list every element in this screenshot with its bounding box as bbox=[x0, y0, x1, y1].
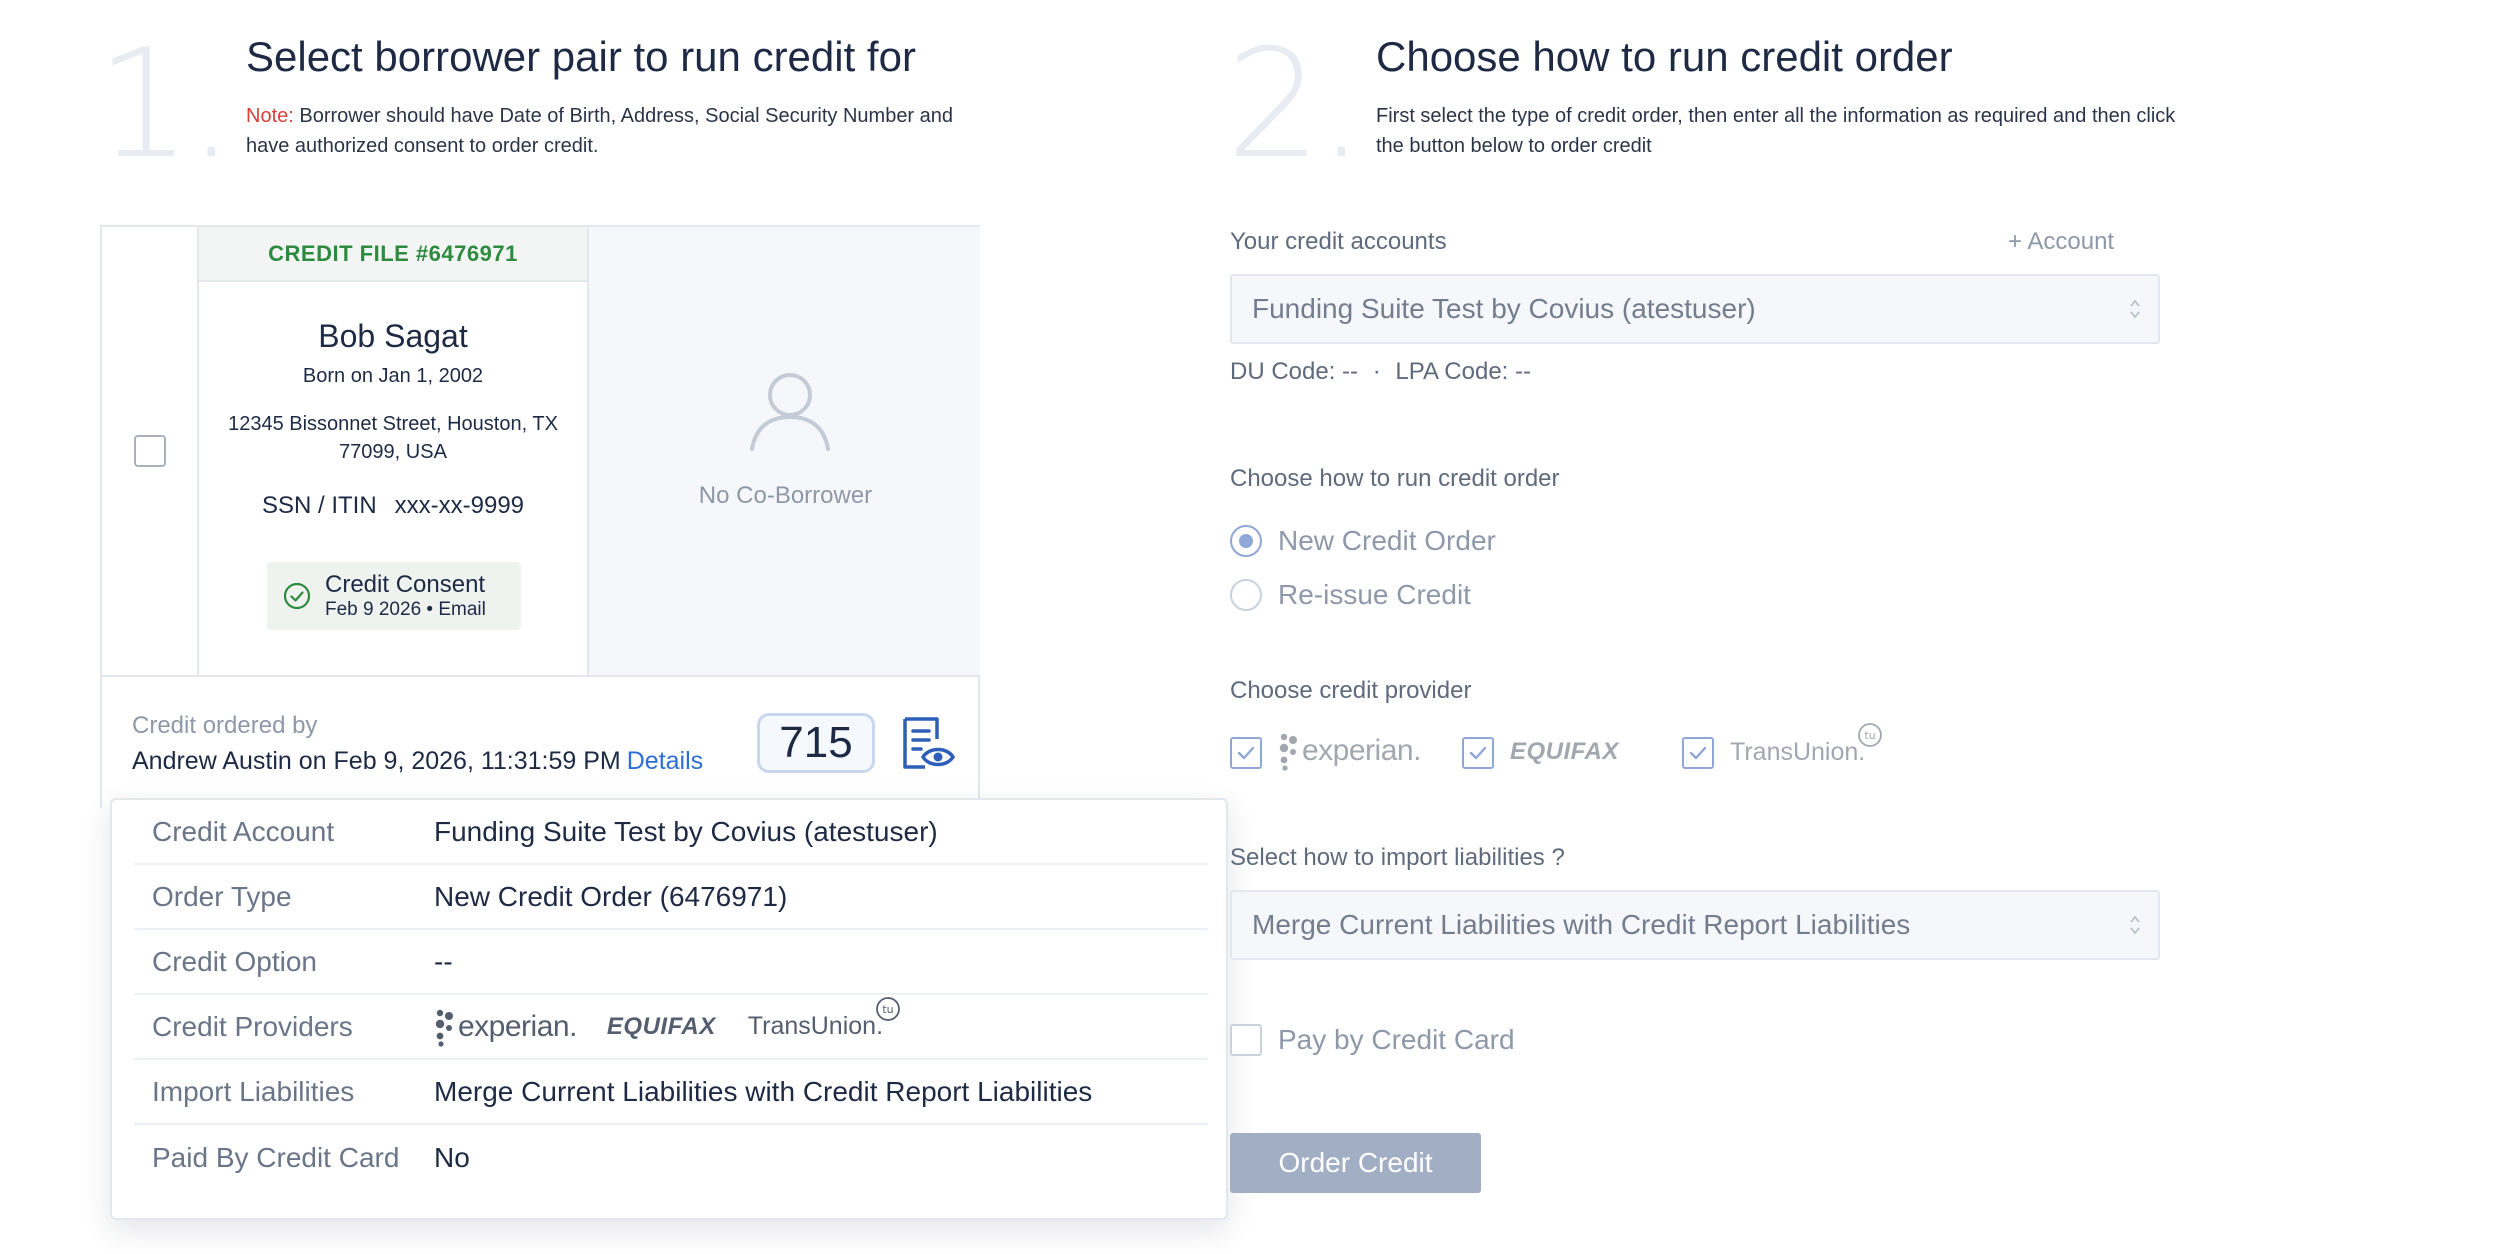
credit-account-select[interactable]: Funding Suite Test by Covius (atestuser) bbox=[1230, 274, 2160, 344]
borrower-panel: CREDIT FILE #6476971 Bob Sagat Born on J… bbox=[199, 227, 589, 675]
ordered-by-label: Credit ordered by bbox=[132, 712, 318, 739]
borrower-address: 12345 Bissonnet Street, Houston, TX 7709… bbox=[228, 413, 558, 463]
credit-accounts-label: Your credit accounts bbox=[1230, 228, 1447, 255]
transunion-provider-logo: TransUnion. tu bbox=[1730, 723, 1883, 767]
detail-value: Merge Current Liabilities with Credit Re… bbox=[434, 1075, 1093, 1107]
borrower-ssn: SSN / ITIN xxx-xx-9999 bbox=[199, 492, 587, 520]
check-icon bbox=[1237, 746, 1255, 760]
no-coborrower-label: No Co-Borrower bbox=[698, 482, 873, 509]
detail-value: No bbox=[434, 1141, 470, 1173]
experian-logo: experian. bbox=[434, 1007, 577, 1047]
import-liabilities-selected: Merge Current Liabilities with Credit Re… bbox=[1252, 909, 1911, 940]
detail-row-credit-option: Credit Option -- bbox=[134, 930, 1208, 995]
borrower-pair-checkbox[interactable] bbox=[134, 435, 166, 467]
du-code: DU Code: -- bbox=[1230, 358, 1359, 385]
experian-provider-logo: experian. bbox=[1278, 731, 1421, 771]
consent-date: Feb 9 2026 • Email bbox=[325, 599, 486, 620]
view-report-icon[interactable] bbox=[899, 715, 955, 771]
consent-title: Credit Consent bbox=[325, 571, 486, 598]
tu-badge-text: tu bbox=[882, 1003, 893, 1016]
detail-row-order-type: Order Type New Credit Order (6476971) bbox=[134, 865, 1208, 930]
credit-provider-label: Choose credit provider bbox=[1230, 677, 1472, 704]
ssn-value: xxx-xx-9999 bbox=[394, 492, 525, 519]
ordered-by-info: Andrew Austin on Feb 9, 2026, 11:31:59 P… bbox=[132, 747, 703, 776]
account-codes: DU Code: -- · LPA Code: -- bbox=[1230, 358, 1531, 386]
detail-key: Credit Providers bbox=[152, 1010, 353, 1042]
check-icon bbox=[1689, 746, 1707, 760]
add-account-button[interactable]: + Account bbox=[2008, 228, 2114, 256]
ssn-label: SSN / ITIN bbox=[261, 492, 377, 519]
detail-key: Credit Option bbox=[152, 945, 317, 977]
credit-consent-badge: Credit Consent Feb 9 2026 • Email bbox=[267, 562, 521, 630]
import-liabilities-select[interactable]: Merge Current Liabilities with Credit Re… bbox=[1230, 890, 2160, 960]
transunion-logo: TransUnion. tu bbox=[747, 997, 900, 1041]
step-1-note: Note: Borrower should have Date of Birth… bbox=[246, 101, 986, 161]
detail-key: Order Type bbox=[152, 880, 292, 912]
detail-value: -- bbox=[434, 945, 453, 977]
detail-row-paid-by-card: Paid By Credit Card No bbox=[134, 1125, 1208, 1190]
credit-details-popover: Credit Account Funding Suite Test by Cov… bbox=[110, 798, 1228, 1220]
step-1-number: 1. bbox=[96, 18, 235, 192]
select-caret-icon bbox=[2130, 915, 2140, 935]
step-2-title: Choose how to run credit order bbox=[1376, 33, 1953, 80]
provider-logos: experian. EQUIFAX TransUnion. tu bbox=[434, 997, 900, 1047]
tu-badge-text: tu bbox=[1865, 729, 1876, 742]
credit-file-header: CREDIT FILE #6476971 bbox=[199, 227, 587, 282]
experian-dots-icon bbox=[1279, 733, 1297, 771]
transunion-wordmark: TransUnion. bbox=[747, 1012, 884, 1040]
step-2-number: 2. bbox=[1226, 18, 1365, 192]
credit-score-badge: 715 bbox=[757, 713, 875, 773]
detail-row-credit-providers: Credit Providers experian. EQUIFAX Trans… bbox=[134, 995, 1208, 1060]
experian-wordmark: experian. bbox=[1302, 734, 1421, 767]
transunion-badge-icon: tu bbox=[1858, 723, 1883, 747]
detail-row-import-liabilities: Import Liabilities Merge Current Liabili… bbox=[134, 1060, 1208, 1125]
radio-reissue-credit[interactable] bbox=[1230, 579, 1262, 611]
step-2-description: First select the type of credit order, t… bbox=[1376, 105, 2176, 157]
pay-by-credit-card-checkbox[interactable] bbox=[1230, 1024, 1262, 1056]
experian-checkbox[interactable] bbox=[1230, 737, 1262, 769]
detail-key: Credit Account bbox=[152, 815, 335, 847]
check-circle-icon bbox=[283, 582, 311, 610]
transunion-badge-icon: tu bbox=[876, 997, 900, 1021]
import-liabilities-label: Select how to import liabilities ? bbox=[1230, 844, 1565, 871]
reissue-credit-label[interactable]: Re-issue Credit bbox=[1278, 579, 1471, 611]
step-1-title: Select borrower pair to run credit for bbox=[246, 33, 916, 80]
note-text: Borrower should have Date of Birth, Addr… bbox=[246, 105, 954, 157]
detail-row-credit-account: Credit Account Funding Suite Test by Cov… bbox=[134, 800, 1208, 865]
equifax-provider-logo: EQUIFAX bbox=[1510, 738, 1619, 765]
experian-dots-icon bbox=[435, 1009, 453, 1047]
equifax-checkbox[interactable] bbox=[1462, 737, 1494, 769]
coborrower-panel: No Co-Borrower bbox=[591, 227, 980, 675]
equifax-logo: EQUIFAX bbox=[606, 1012, 716, 1040]
new-credit-order-label[interactable]: New Credit Order bbox=[1278, 525, 1496, 557]
experian-wordmark: experian. bbox=[458, 1009, 577, 1043]
detail-key: Paid By Credit Card bbox=[152, 1141, 400, 1173]
credit-order-footer: Credit ordered by Andrew Austin on Feb 9… bbox=[102, 675, 978, 808]
credit-account-selected: Funding Suite Test by Covius (atestuser) bbox=[1252, 293, 1756, 324]
run-order-label: Choose how to run credit order bbox=[1230, 465, 1560, 492]
borrower-birth-date: Born on Jan 1, 2002 bbox=[302, 365, 484, 387]
detail-key: Import Liabilities bbox=[152, 1075, 355, 1107]
check-icon bbox=[1469, 746, 1487, 760]
details-link[interactable]: Details bbox=[627, 747, 703, 775]
detail-value: New Credit Order (6476971) bbox=[434, 880, 788, 912]
note-label: Note: bbox=[246, 105, 294, 127]
transunion-wordmark: TransUnion. bbox=[1730, 738, 1866, 766]
transunion-checkbox[interactable] bbox=[1682, 737, 1714, 769]
radio-new-credit-order[interactable] bbox=[1230, 525, 1262, 557]
borrower-name: Bob Sagat bbox=[318, 318, 468, 354]
code-separator: · bbox=[1372, 358, 1381, 385]
ordered-by-text: Andrew Austin on Feb 9, 2026, 11:31:59 P… bbox=[132, 747, 621, 775]
order-credit-button[interactable]: Order Credit bbox=[1230, 1133, 1481, 1193]
user-icon bbox=[750, 373, 830, 451]
detail-value: Funding Suite Test by Covius (atestuser) bbox=[434, 815, 938, 847]
lpa-code: LPA Code: -- bbox=[1395, 358, 1531, 385]
credit-file-card: CREDIT FILE #6476971 Bob Sagat Born on J… bbox=[100, 225, 980, 808]
select-column bbox=[102, 227, 199, 675]
select-caret-icon bbox=[2130, 299, 2140, 319]
pay-by-credit-card-label[interactable]: Pay by Credit Card bbox=[1278, 1024, 1515, 1056]
